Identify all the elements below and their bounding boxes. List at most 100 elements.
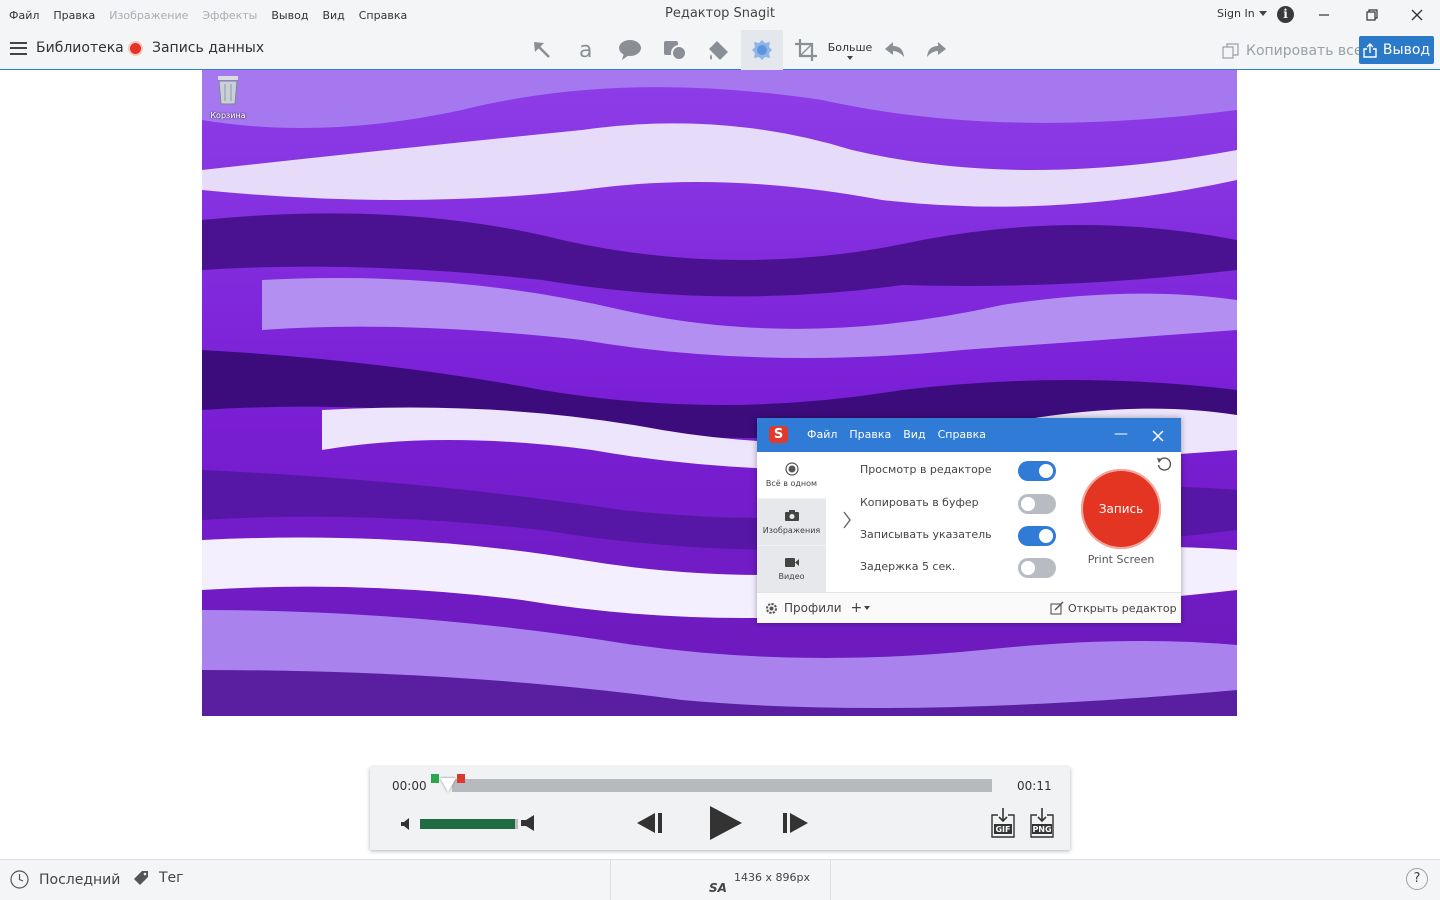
text-tool-button[interactable]: a <box>570 30 602 70</box>
redo-icon <box>927 42 946 57</box>
more-tools-button[interactable]: Больше <box>826 30 874 70</box>
chevron-down-icon <box>864 606 871 610</box>
menu-help[interactable]: Справка <box>359 9 407 22</box>
toggle-copy-to-clipboard[interactable] <box>1018 494 1056 514</box>
toggle-delay[interactable] <box>1018 558 1056 578</box>
tab-video-label: Видео <box>778 572 805 581</box>
close-button[interactable] <box>1404 4 1430 26</box>
capture-button[interactable]: Запись данных <box>128 40 264 56</box>
crop-tool-button[interactable] <box>790 30 822 70</box>
timeline-track[interactable] <box>452 779 992 792</box>
add-profile-button[interactable]: + <box>851 600 871 616</box>
recycle-bin-shortcut[interactable]: Корзина <box>208 74 248 120</box>
next-frame-button[interactable] <box>782 811 810 839</box>
capture-window-menu: Файл Правка Вид Справка <box>807 428 998 441</box>
option-delay: Задержка 5 сек. <box>860 560 956 573</box>
capture-menu-file[interactable]: Файл <box>807 428 837 441</box>
menu-edit[interactable]: Правка <box>53 9 95 22</box>
menu-effects[interactable]: Эффекты <box>202 9 257 22</box>
step-tool-button[interactable] <box>741 30 783 70</box>
hamburger-icon <box>10 41 27 55</box>
capture-menu-help[interactable]: Справка <box>938 428 986 441</box>
recycle-bin-label: Корзина <box>210 111 246 120</box>
help-button[interactable]: ? <box>1406 868 1428 890</box>
sign-in-button[interactable]: Sign In <box>1217 7 1267 20</box>
title-bar: Файл Правка Изображение Эффекты Вывод Ви… <box>0 0 1440 30</box>
capture-minimize-icon[interactable]: — <box>1114 426 1128 442</box>
selection-start-marker[interactable] <box>431 774 439 783</box>
share-button[interactable]: Вывод <box>1359 36 1434 64</box>
mute-button[interactable] <box>400 816 412 835</box>
arrow-tool-button[interactable] <box>526 30 558 70</box>
shape-tool-button[interactable] <box>658 30 692 70</box>
menu-view[interactable]: Вид <box>322 9 344 22</box>
capture-menu-edit[interactable]: Правка <box>849 428 891 441</box>
close-icon <box>1411 9 1423 21</box>
capture-label: Запись данных <box>152 40 265 56</box>
undo-button[interactable] <box>879 30 909 70</box>
chevron-down-icon <box>847 55 853 60</box>
callout-tool-button[interactable] <box>614 30 646 70</box>
minimize-button[interactable] <box>1311 4 1337 26</box>
status-divider <box>610 860 611 900</box>
total-time: 00:11 <box>1017 779 1052 793</box>
undo-icon <box>885 42 904 57</box>
save-gif-button[interactable]: GIF <box>990 807 1016 839</box>
menu-share[interactable]: Вывод <box>271 9 308 22</box>
option-copy-to-clipboard: Копировать в буфер <box>860 496 979 509</box>
redo-button[interactable] <box>922 30 952 70</box>
fill-tool-icon <box>709 41 728 60</box>
menu-image[interactable]: Изображение <box>109 9 188 22</box>
camera-icon <box>784 509 799 521</box>
more-tools-label: Больше <box>827 40 873 54</box>
fill-tool-button[interactable] <box>703 30 735 70</box>
selection-end-marker[interactable] <box>457 774 465 783</box>
tag-button[interactable]: Тег <box>133 870 184 886</box>
library-button[interactable]: Библиотека <box>10 40 124 56</box>
share-label: Вывод <box>1382 42 1431 58</box>
capture-record-button[interactable]: Запись <box>1081 469 1161 549</box>
tab-images[interactable]: Изображения <box>757 499 826 545</box>
info-icon[interactable]: i <box>1277 6 1294 23</box>
profiles-button[interactable]: Профили + <box>764 600 871 616</box>
volume-slider[interactable] <box>420 819 518 829</box>
toggle-capture-cursor[interactable] <box>1018 526 1056 546</box>
open-editor-button[interactable]: Открыть редактор <box>1050 601 1177 615</box>
expand-options-button[interactable] <box>842 511 852 533</box>
tab-video[interactable]: Видео <box>757 546 826 592</box>
menu-file[interactable]: Файл <box>9 9 39 22</box>
tab-images-label: Изображения <box>762 525 821 535</box>
png-export-label: PNG <box>1032 825 1051 834</box>
max-volume-button[interactable] <box>520 814 536 836</box>
sign-in-label: Sign In <box>1217 7 1255 20</box>
speaker-high-icon <box>521 815 534 831</box>
save-png-button[interactable]: PNG <box>1029 807 1055 839</box>
restore-button[interactable] <box>1358 4 1384 26</box>
snagit-capture-window: S Файл Правка Вид Справка — Всё в одном … <box>757 418 1181 623</box>
option-preview-in-editor: Просмотр в редакторе <box>860 463 992 476</box>
copy-all-label: Копировать все <box>1246 43 1363 59</box>
tab-all-in-one-label: Всё в одном <box>765 479 818 488</box>
shape-tool-icon <box>664 41 687 61</box>
svg-text:a: a <box>579 38 592 62</box>
capture-menu-view[interactable]: Вид <box>903 428 925 441</box>
video-player: 00:00 00:11 GIF PNG <box>370 767 1070 850</box>
copy-all-button[interactable]: Копировать все <box>1222 43 1362 59</box>
toggle-preview-in-editor[interactable] <box>1018 461 1056 481</box>
edit-icon <box>1050 601 1064 615</box>
capture-hotkey[interactable]: Print Screen <box>1075 553 1167 566</box>
playhead[interactable] <box>440 778 456 792</box>
tab-all-in-one[interactable]: Всё в одном <box>757 452 826 498</box>
play-button[interactable] <box>708 805 744 845</box>
recent-button[interactable]: Последний <box>10 870 120 889</box>
speaker-low-icon <box>401 818 409 830</box>
close-icon <box>1152 430 1164 442</box>
gif-export-label: GIF <box>995 825 1010 834</box>
smart-move-icon[interactable]: SA <box>709 881 727 895</box>
reset-settings-button[interactable] <box>1156 456 1172 476</box>
chevron-down-icon <box>1258 11 1267 16</box>
previous-frame-button[interactable] <box>635 811 663 839</box>
capture-close-button[interactable] <box>1152 427 1164 446</box>
callout-tool-icon <box>619 40 641 60</box>
snagit-logo-icon: S <box>769 426 788 443</box>
